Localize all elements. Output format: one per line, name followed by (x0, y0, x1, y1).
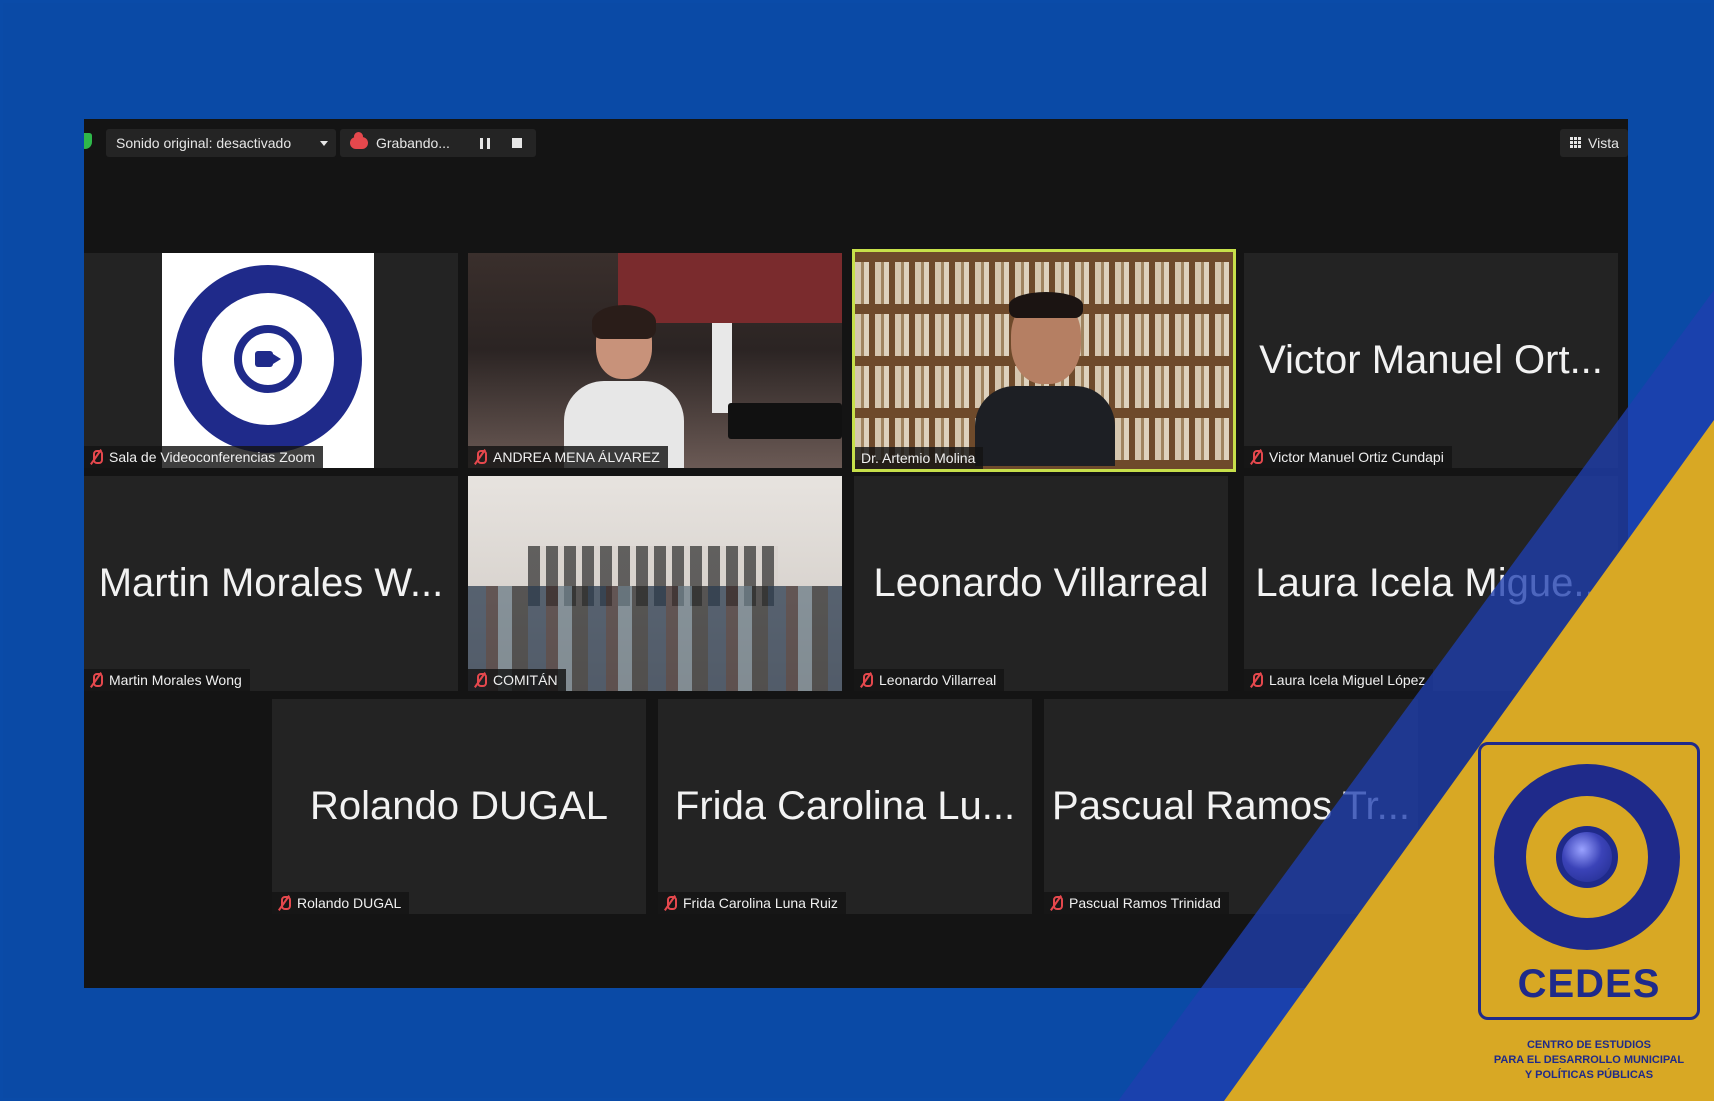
participant-video-artemio (855, 252, 1233, 469)
original-sound-toggle[interactable]: Sonido original: desactivado (106, 129, 336, 157)
security-shield-icon[interactable] (84, 133, 92, 149)
recording-label: Grabando... (376, 135, 450, 151)
muted-microphone-icon (278, 896, 291, 910)
participant-tile-victor[interactable]: Victor Manuel Ort... Victor Manuel Ortiz… (1244, 253, 1618, 468)
participant-tile-rolando[interactable]: Rolando DUGAL Rolando DUGAL (272, 699, 646, 914)
participant-tile-pascual[interactable]: Pascual Ramos Tr... Pascual Ramos Trinid… (1044, 699, 1418, 914)
original-sound-label: Sonido original: desactivado (116, 135, 292, 151)
cedes-title: CEDES (1517, 962, 1661, 1006)
participant-tile-artemio-active-speaker[interactable]: Dr. Artemio Molina (852, 249, 1236, 472)
pause-recording-icon[interactable] (480, 138, 490, 149)
participant-tile-leonardo[interactable]: Leonardo Villarreal Leonardo Villarreal (854, 476, 1228, 691)
participant-name-tag: Leonardo Villarreal (854, 669, 1005, 691)
participant-name-tag: Laura Icela Miguel López (1244, 669, 1434, 691)
participant-name-tag: Frida Carolina Luna Ruiz (658, 892, 846, 914)
participant-tile-andrea[interactable]: ANDREA MENA ÁLVAREZ (468, 253, 842, 468)
stop-recording-icon[interactable] (512, 138, 522, 148)
participant-display-name: Rolando DUGAL (310, 784, 608, 828)
muted-microphone-icon (1250, 450, 1263, 464)
participant-tile-frida[interactable]: Frida Carolina Lu... Frida Carolina Luna… (658, 699, 1032, 914)
participant-display-name: Pascual Ramos Tr... (1052, 784, 1410, 828)
grid-view-icon (1570, 137, 1582, 149)
participant-name-tag: Dr. Artemio Molina (855, 447, 984, 469)
cedes-emblem-icon (1488, 758, 1688, 954)
participant-display-name: Laura Icela Migue... (1255, 561, 1607, 605)
participant-name-tag: Martin Morales Wong (84, 669, 250, 691)
participant-video-comitan (468, 476, 842, 691)
zoom-room-logo-image (162, 253, 374, 468)
muted-microphone-icon (90, 450, 103, 464)
participant-tile-sala[interactable]: Sala de Videoconferencias Zoom (84, 253, 458, 468)
participant-name-tag: COMITÁN (468, 669, 566, 691)
participant-name-tag: Rolando DUGAL (272, 892, 410, 914)
view-button[interactable]: Vista (1560, 129, 1628, 157)
meeting-topbar: Sonido original: desactivado Grabando...… (84, 119, 1628, 163)
cedes-subtitle: CENTRO DE ESTUDIOS PARA EL DESARROLLO MU… (1493, 1039, 1685, 1081)
participant-name-tag: Sala de Videoconferencias Zoom (84, 446, 323, 468)
muted-microphone-icon (474, 450, 487, 464)
zoom-meeting-window: Sonido original: desactivado Grabando...… (84, 119, 1628, 988)
cloud-recording-icon (350, 132, 368, 149)
participant-name-tag: Victor Manuel Ortiz Cundapi (1244, 446, 1452, 468)
muted-microphone-icon (1050, 896, 1063, 910)
muted-microphone-icon (860, 673, 873, 687)
participant-display-name: Victor Manuel Ort... (1259, 338, 1603, 382)
participant-tile-laura[interactable]: Laura Icela Migue... Laura Icela Miguel … (1244, 476, 1618, 691)
view-label: Vista (1588, 135, 1619, 151)
participant-name-tag: ANDREA MENA ÁLVAREZ (468, 446, 668, 468)
participant-display-name: Frida Carolina Lu... (674, 784, 1016, 828)
muted-microphone-icon (1250, 673, 1263, 687)
participant-name-tag: Pascual Ramos Trinidad (1044, 892, 1229, 914)
muted-microphone-icon (474, 673, 487, 687)
participant-video-andrea (468, 253, 842, 468)
muted-microphone-icon (664, 896, 677, 910)
chevron-down-icon[interactable] (320, 141, 328, 146)
participant-display-name: Martin Morales W... (98, 561, 444, 605)
muted-microphone-icon (90, 673, 103, 687)
participant-tile-comitan[interactable]: COMITÁN (468, 476, 842, 691)
video-camera-icon (255, 351, 281, 367)
participant-display-name: Leonardo Villarreal (873, 561, 1209, 605)
participant-tile-martin[interactable]: Martin Morales W... Martin Morales Wong (84, 476, 458, 691)
recording-indicator: Grabando... (340, 129, 536, 157)
